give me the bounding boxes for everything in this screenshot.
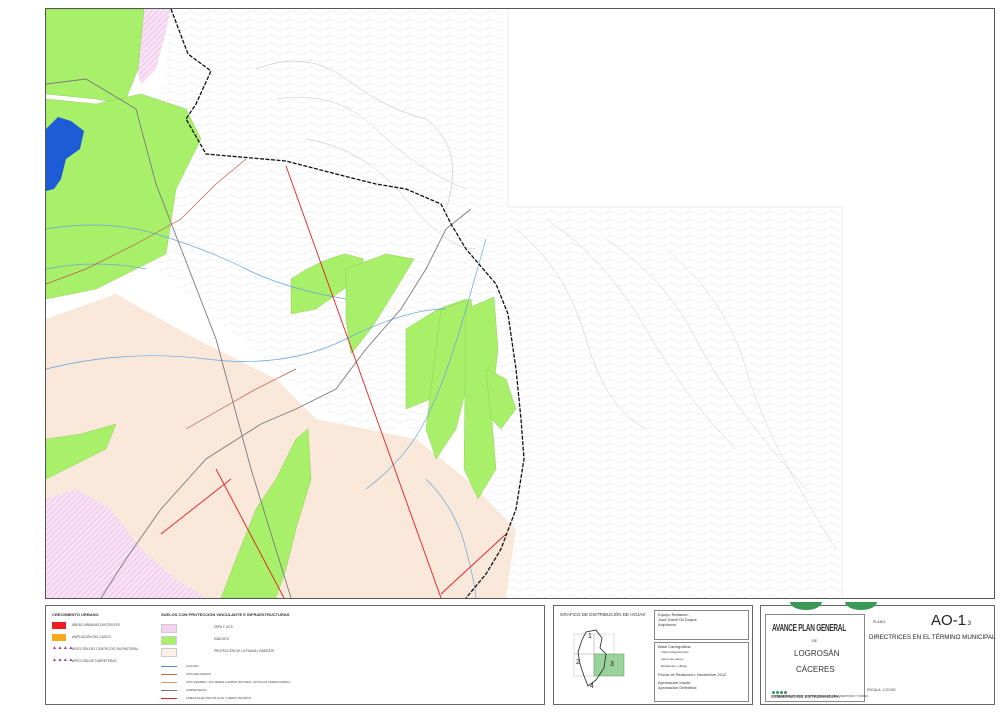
- legend-line-3: [161, 682, 177, 683]
- scale-text: ESCALA: 1:20.000: [867, 688, 896, 692]
- base-heading: Base Cartográfica:: [658, 644, 692, 649]
- legend-line-label-2: VÍAS PECUARIAS: [186, 672, 212, 676]
- legend-swatch-2: [52, 634, 66, 641]
- sheet-label-3[interactable]: 3: [610, 661, 614, 668]
- sheet-label-4[interactable]: 4: [590, 683, 594, 690]
- avance-title: AVANCE PLAN GENERAL: [772, 623, 846, 635]
- legend-group2-title: SUELOS CON PROTECCIÓN VINCULANTE E INFRA…: [161, 612, 290, 617]
- plan-code-main: AO-1: [931, 612, 967, 629]
- province-name: CÁCERES: [796, 665, 835, 674]
- title-banner-shapes: [790, 602, 877, 610]
- team-box: Equipo Redactor: José David Gil Duque Ar…: [654, 610, 749, 640]
- legend-line-label-1: CAUCES: [186, 664, 199, 668]
- sheet-label-2[interactable]: 2: [576, 659, 580, 666]
- legend-label-3: AFECCIÓN DEL CENTRO DE VÍA PASTORAL: [72, 647, 139, 651]
- legend-group1-title: CRECIMIENTO URBANO: [52, 612, 99, 617]
- legend-line-5: [161, 698, 177, 699]
- legend-area-swatch-3: [161, 648, 177, 657]
- legend-line-label-5: LÍNEAS ELÉCTRICAS ALTA Y MEDIA TENSIÓN: [186, 696, 251, 700]
- legend-label-4: AFECCIÓN DE CARRETERAS: [72, 659, 117, 663]
- legend-symbol-4: ▲▲▲▲: [52, 657, 74, 663]
- base-item-3: Restitución y dibujo: [661, 664, 688, 668]
- sheet-label-1[interactable]: 1: [588, 633, 592, 640]
- map-canvas[interactable]: [46, 9, 994, 598]
- plan-title: DIRECTRICES EN EL TÉRMINO MUNICIPAL: [869, 634, 996, 641]
- legend-area-label-1: ZEPA Y LICS: [214, 625, 233, 629]
- legend-area-label-2: HÁBITATS: [214, 637, 230, 641]
- government-name: GOBIERNO DE EXTREMADURA: [771, 694, 840, 699]
- legend-label-2: AMPLIACIÓN DEL CASCO: [72, 635, 111, 639]
- legend-line-label-4: CARRETERAS: [186, 688, 207, 692]
- gov-logo-icon: [772, 681, 792, 694]
- legend-label-1: ÁREAS URBANAS EXISTENTES: [72, 623, 120, 627]
- plan-label: PLANO: [873, 620, 886, 624]
- redaction-date: Fecha de Redacción: Noviembre 2012: [658, 672, 727, 677]
- legend-area-label-3: PROTECCIÓN DE LA FAUNA / HÁBITATS: [214, 649, 275, 653]
- legend-panel: CRECIMIENTO URBANO ÁREAS URBANAS EXISTEN…: [45, 605, 545, 705]
- town-name: LOGROSÁN: [794, 649, 840, 658]
- plan-code: AO-1.3: [931, 612, 971, 629]
- legend-area-swatch-1: [161, 624, 177, 633]
- cartography-box: Base Cartográfica: Vuelo fotogramétrico …: [654, 642, 749, 702]
- map-frame[interactable]: [45, 8, 995, 599]
- plan-code-sub: .3: [966, 621, 972, 627]
- sheet-index-map[interactable]: 1 2 3 4: [566, 624, 636, 694]
- plan-title-box: AVANCE PLAN GENERAL DE LOGROSÁN CÁCERES …: [765, 614, 868, 702]
- team-role: Arquitecto: [658, 622, 677, 627]
- legend-symbol-3: ▲▲▲▲: [52, 645, 74, 651]
- legend-line-4: [161, 690, 177, 691]
- title-de: DE: [812, 639, 817, 643]
- approval-final: Aprobación Definitiva:: [658, 685, 697, 690]
- sheet-distribution-title: GRAFICO DE DISTRIBUCIÓN DE HOJAS: [560, 612, 646, 617]
- legend-line-2: [161, 674, 177, 675]
- base-item-1: Vuelo fotogramétrico: [661, 650, 689, 654]
- legend-area-swatch-2: [161, 636, 177, 645]
- title-block: AVANCE PLAN GENERAL DE LOGROSÁN CÁCERES …: [760, 602, 996, 705]
- legend-swatch-1: [52, 622, 66, 629]
- sheet-distribution-panel: GRAFICO DE DISTRIBUCIÓN DE HOJAS 1 2 3 4…: [553, 605, 753, 705]
- base-item-2: Apoyo de campo: [661, 657, 684, 661]
- legend-line-1: [161, 666, 177, 667]
- legend-line-label-3: VÍAS VERDES / VÍA VERDE CAMINO NATURAL (…: [186, 680, 291, 684]
